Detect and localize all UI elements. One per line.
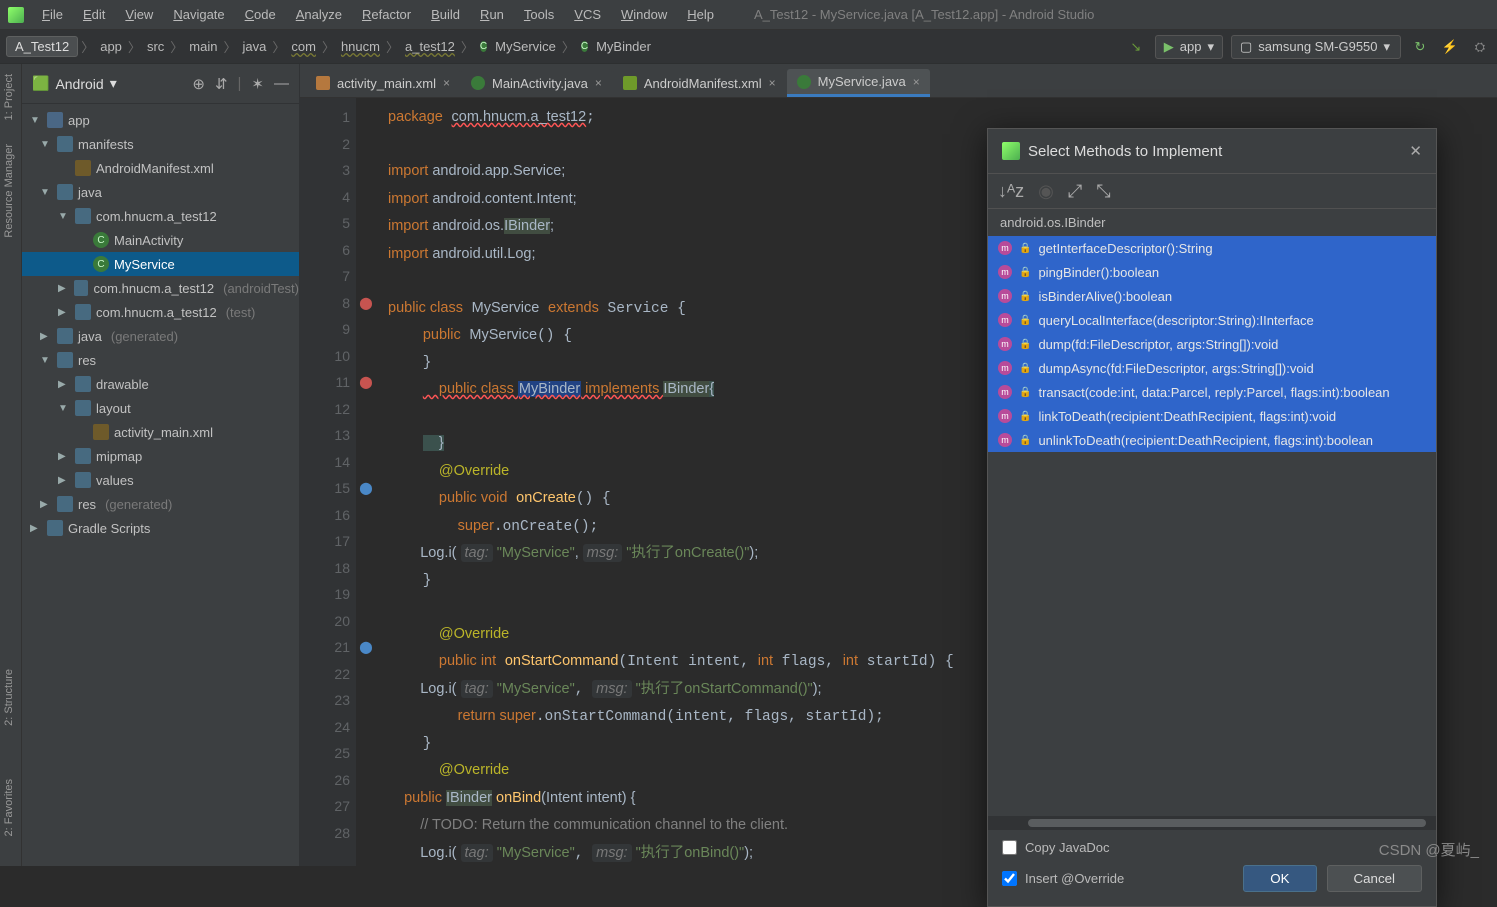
menu-navigate[interactable]: Navigate bbox=[165, 5, 232, 24]
breadcrumbs: A_Test12 〉app 〉src 〉main 〉java 〉com 〉hnu… bbox=[6, 36, 1125, 57]
build-icon[interactable]: ↘ bbox=[1125, 36, 1147, 58]
method-item[interactable]: m🔒linkToDeath(recipient:DeathRecipient, … bbox=[988, 404, 1436, 428]
tree-node[interactable]: ▼com.hnucm.a_test12 bbox=[22, 204, 299, 228]
cancel-button[interactable]: Cancel bbox=[1327, 865, 1423, 892]
implement-methods-dialog: Select Methods to Implement ✕ ↓ᴬᴢ ◉ ⤢ ⤡ … bbox=[987, 128, 1437, 907]
app-icon bbox=[8, 7, 24, 23]
project-view-select[interactable]: 🟩 Android ▾ bbox=[32, 75, 117, 92]
device-select[interactable]: ▢samsung SM-G9550▾ bbox=[1231, 35, 1401, 59]
horizontal-scrollbar[interactable] bbox=[988, 816, 1436, 830]
project-tree[interactable]: ▼app▼manifestsAndroidManifest.xml▼java▼c… bbox=[22, 104, 299, 544]
left-tool-strip: 1: Project Resource Manager 2: Structure… bbox=[0, 64, 22, 866]
method-item[interactable]: m🔒dump(fd:FileDescriptor, args:String[])… bbox=[988, 332, 1436, 356]
editor-tab[interactable]: MainActivity.java× bbox=[461, 69, 612, 97]
menu-file[interactable]: File bbox=[34, 5, 71, 24]
tree-node[interactable]: MyService bbox=[22, 252, 299, 276]
tree-node[interactable]: activity_main.xml bbox=[22, 420, 299, 444]
hide-icon[interactable]: — bbox=[274, 75, 289, 93]
apply-changes-icon[interactable]: ⚡ bbox=[1439, 36, 1461, 58]
method-item[interactable]: m🔒pingBinder():boolean bbox=[988, 260, 1436, 284]
expand-icon[interactable]: ⤢ bbox=[1068, 181, 1082, 202]
debug-icon[interactable]: ⛭ bbox=[1469, 36, 1491, 58]
tree-node[interactable]: ▶drawable bbox=[22, 372, 299, 396]
gutter-icons: ⬤ ⬤ ⬤ ⬤ bbox=[356, 98, 376, 866]
tree-node[interactable]: ▼app bbox=[22, 108, 299, 132]
gear-icon[interactable]: ✶ bbox=[251, 75, 264, 93]
method-item[interactable]: m🔒unlinkToDeath(recipient:DeathRecipient… bbox=[988, 428, 1436, 452]
tree-node[interactable]: ▼layout bbox=[22, 396, 299, 420]
tree-node[interactable]: ▶Gradle Scripts bbox=[22, 516, 299, 540]
menu-analyze[interactable]: Analyze bbox=[288, 5, 350, 24]
method-item[interactable]: m🔒dumpAsync(fd:FileDescriptor, args:Stri… bbox=[988, 356, 1436, 380]
window-title: A_Test12 - MyService.java [A_Test12.app]… bbox=[754, 7, 1094, 22]
tree-node[interactable]: MainActivity bbox=[22, 228, 299, 252]
sort-alpha-icon[interactable]: ↓ᴬᴢ bbox=[998, 181, 1024, 202]
dialog-toolbar: ↓ᴬᴢ ◉ ⤢ ⤡ bbox=[988, 173, 1436, 209]
vtab-structure[interactable]: 2: Structure bbox=[0, 659, 18, 736]
run-icon[interactable]: ↻ bbox=[1409, 36, 1431, 58]
run-config-select[interactable]: ▶app▾ bbox=[1155, 35, 1223, 59]
dialog-title: Select Methods to Implement bbox=[1028, 143, 1222, 160]
crumb[interactable]: a_test12 bbox=[402, 37, 458, 56]
crumb-inner[interactable]: MyBinder bbox=[578, 37, 654, 56]
crumb[interactable]: src bbox=[144, 37, 167, 56]
menu-run[interactable]: Run bbox=[472, 5, 512, 24]
method-item[interactable]: m🔒getInterfaceDescriptor():String bbox=[988, 236, 1436, 260]
tree-node[interactable]: ▶com.hnucm.a_test12(test) bbox=[22, 300, 299, 324]
insert-override-checkbox[interactable]: Insert @Override bbox=[1002, 871, 1124, 886]
menu-tools[interactable]: Tools bbox=[516, 5, 562, 24]
editor-tab[interactable]: activity_main.xml× bbox=[306, 69, 460, 97]
menu-vcs[interactable]: VCS bbox=[566, 5, 609, 24]
tree-node[interactable]: ▶res(generated) bbox=[22, 492, 299, 516]
collapse-icon[interactable]: ⤡ bbox=[1096, 181, 1110, 202]
line-gutter: 1234567891011121314151617181920212223242… bbox=[300, 98, 356, 866]
crumb[interactable]: java bbox=[240, 37, 270, 56]
tree-node[interactable]: AndroidManifest.xml bbox=[22, 156, 299, 180]
watermark: CSDN @夏屿_ bbox=[1379, 839, 1479, 860]
target-icon[interactable]: ⊕ bbox=[192, 75, 205, 93]
editor-tab[interactable]: MyService.java× bbox=[787, 69, 930, 97]
method-item[interactable]: m🔒transact(code:int, data:Parcel, reply:… bbox=[988, 380, 1436, 404]
tree-node[interactable]: ▶java(generated) bbox=[22, 324, 299, 348]
tree-node[interactable]: ▼java bbox=[22, 180, 299, 204]
vtab-resource-manager[interactable]: Resource Manager bbox=[0, 134, 18, 248]
method-list[interactable]: m🔒getInterfaceDescriptor():Stringm🔒pingB… bbox=[988, 236, 1436, 556]
project-panel: 🟩 Android ▾ ⊕ ⇵ | ✶ — ▼app▼manifestsAndr… bbox=[22, 64, 300, 866]
method-item[interactable]: m🔒queryLocalInterface(descriptor:String)… bbox=[988, 308, 1436, 332]
crumb[interactable]: app bbox=[97, 37, 125, 56]
menu-help[interactable]: Help bbox=[679, 5, 722, 24]
menu-build[interactable]: Build bbox=[423, 5, 468, 24]
vtab-project[interactable]: 1: Project bbox=[0, 64, 18, 130]
sort-icon[interactable]: ⇵ bbox=[215, 75, 228, 93]
tree-node[interactable]: ▶mipmap bbox=[22, 444, 299, 468]
close-icon[interactable]: ✕ bbox=[1409, 142, 1422, 160]
menu-code[interactable]: Code bbox=[237, 5, 284, 24]
editor-tabs: activity_main.xml×MainActivity.java×Andr… bbox=[300, 64, 1497, 98]
tree-node[interactable]: ▶values bbox=[22, 468, 299, 492]
copy-javadoc-checkbox[interactable]: Copy JavaDoc bbox=[1002, 840, 1422, 855]
crumb-root[interactable]: A_Test12 bbox=[6, 36, 78, 57]
crumb-class[interactable]: MyService bbox=[477, 37, 559, 56]
tree-node[interactable]: ▼res bbox=[22, 348, 299, 372]
method-item[interactable]: m🔒isBinderAlive():boolean bbox=[988, 284, 1436, 308]
dialog-class-crumb: android.os.IBinder bbox=[988, 209, 1436, 236]
menu-view[interactable]: View bbox=[117, 5, 161, 24]
menu-bar: FileEditViewNavigate CodeAnalyzeRefactorB… bbox=[0, 0, 1497, 30]
menu-edit[interactable]: Edit bbox=[75, 5, 113, 24]
tree-node[interactable]: ▶com.hnucm.a_test12(androidTest) bbox=[22, 276, 299, 300]
crumb[interactable]: hnucm bbox=[338, 37, 383, 56]
filter-icon[interactable]: ◉ bbox=[1038, 181, 1054, 202]
menu-refactor[interactable]: Refactor bbox=[354, 5, 419, 24]
crumb[interactable]: com bbox=[288, 37, 319, 56]
menu-window[interactable]: Window bbox=[613, 5, 675, 24]
editor-tab[interactable]: AndroidManifest.xml× bbox=[613, 69, 786, 97]
nav-bar: A_Test12 〉app 〉src 〉main 〉java 〉com 〉hnu… bbox=[0, 30, 1497, 64]
ok-button[interactable]: OK bbox=[1243, 865, 1316, 892]
android-icon bbox=[1002, 142, 1020, 160]
vtab-favorites[interactable]: 2: Favorites bbox=[0, 769, 18, 846]
tree-node[interactable]: ▼manifests bbox=[22, 132, 299, 156]
crumb[interactable]: main bbox=[186, 37, 220, 56]
